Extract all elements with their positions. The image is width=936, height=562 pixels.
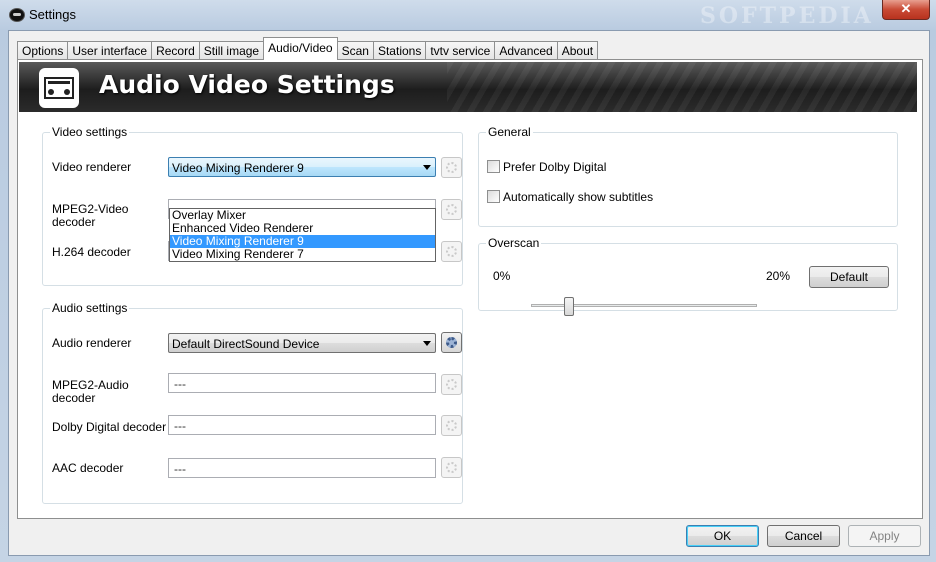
overscan-label: Overscan bbox=[486, 236, 542, 250]
dolby-digital-label: Dolby Digital decoder bbox=[52, 420, 167, 434]
gear-icon bbox=[446, 337, 457, 348]
window-title: Settings bbox=[29, 7, 76, 22]
overscan-max-label: 20% bbox=[766, 269, 791, 283]
settings-window: Settings SOFTPEDIA ✕ Options User interf… bbox=[0, 0, 936, 562]
mpeg2-audio-label: MPEG2-Audio decoder bbox=[52, 379, 129, 405]
dolby-digital-field[interactable]: --- bbox=[168, 415, 436, 435]
video-renderer-label: Video renderer bbox=[52, 160, 132, 174]
aac-settings-button[interactable] bbox=[441, 457, 462, 478]
video-renderer-settings-button[interactable] bbox=[441, 157, 462, 178]
tab-tvtv-service[interactable]: tvtv service bbox=[425, 41, 496, 60]
prefer-dolby-label[interactable]: Prefer Dolby Digital bbox=[503, 161, 606, 174]
chevron-down-icon bbox=[423, 165, 431, 170]
audio-settings-label: Audio settings bbox=[50, 301, 130, 315]
h264-settings-button[interactable] bbox=[441, 241, 462, 262]
h264-label: H.264 decoder bbox=[52, 245, 131, 259]
aac-label: AAC decoder bbox=[52, 461, 124, 475]
cancel-button[interactable]: Cancel bbox=[767, 525, 840, 547]
gear-icon bbox=[446, 162, 457, 173]
audio-renderer-dropdown[interactable]: Default DirectSound Device bbox=[168, 333, 436, 353]
gear-icon bbox=[446, 379, 457, 390]
video-renderer-value: Video Mixing Renderer 9 bbox=[172, 161, 304, 175]
tab-user-interface[interactable]: User interface bbox=[67, 41, 153, 60]
audio-video-device-icon bbox=[39, 68, 79, 108]
aac-decoder-value: --- bbox=[174, 462, 186, 476]
tab-audio-video[interactable]: Audio/Video bbox=[263, 37, 338, 60]
gear-icon bbox=[446, 204, 457, 215]
mpeg2-audio-field[interactable]: --- bbox=[168, 373, 436, 393]
dolby-digital-value: --- bbox=[174, 419, 186, 433]
audio-renderer-label: Audio renderer bbox=[52, 336, 132, 350]
gear-icon bbox=[446, 420, 457, 431]
title-bar[interactable]: Settings SOFTPEDIA ✕ bbox=[0, 0, 936, 30]
mpeg2-video-label-line2: decoder bbox=[52, 215, 96, 229]
audio-renderer-settings-button[interactable] bbox=[441, 332, 462, 353]
auto-subtitles-label[interactable]: Automatically show subtitles bbox=[503, 191, 653, 204]
tab-scan[interactable]: Scan bbox=[336, 41, 374, 60]
video-settings-label: Video settings bbox=[50, 125, 130, 139]
mpeg2-video-settings-button[interactable] bbox=[441, 199, 462, 220]
video-renderer-options-list[interactable]: Overlay Mixer Enhanced Video Renderer Vi… bbox=[169, 208, 436, 262]
overscan-min-label: 0% bbox=[493, 269, 511, 283]
gear-icon bbox=[446, 462, 457, 473]
softpedia-watermark: SOFTPEDIA bbox=[700, 3, 874, 29]
aac-decoder-field[interactable]: --- bbox=[168, 458, 436, 478]
tab-strip: Options User interface Record Still imag… bbox=[17, 37, 599, 60]
close-button[interactable]: ✕ bbox=[882, 0, 930, 20]
mpeg2-audio-value: --- bbox=[174, 377, 186, 391]
auto-subtitles-checkbox[interactable] bbox=[487, 190, 500, 203]
mpeg2-audio-settings-button[interactable] bbox=[441, 374, 462, 395]
option-video-mixing-renderer-7[interactable]: Video Mixing Renderer 7 bbox=[170, 248, 435, 261]
audio-video-panel: Audio Video Settings Video settings Vide… bbox=[17, 59, 923, 519]
video-renderer-dropdown[interactable]: Video Mixing Renderer 9 bbox=[168, 157, 436, 177]
apply-button[interactable]: Apply bbox=[848, 525, 921, 547]
tab-still-image[interactable]: Still image bbox=[198, 41, 265, 60]
mpeg2-video-label: MPEG2-Video decoder bbox=[52, 203, 128, 229]
general-group: General bbox=[478, 125, 898, 227]
audio-renderer-value: Default DirectSound Device bbox=[172, 337, 320, 351]
overscan-slider-thumb[interactable] bbox=[564, 297, 575, 316]
overscan-default-button[interactable]: Default bbox=[809, 266, 889, 288]
tab-about[interactable]: About bbox=[556, 41, 599, 60]
tab-advanced[interactable]: Advanced bbox=[494, 41, 558, 60]
tab-record[interactable]: Record bbox=[151, 41, 200, 60]
ok-button[interactable]: OK bbox=[686, 525, 759, 547]
banner-decoration bbox=[447, 62, 917, 112]
page-title: Audio Video Settings bbox=[99, 70, 395, 99]
app-icon bbox=[9, 8, 25, 22]
general-label: General bbox=[486, 125, 533, 139]
mpeg2-audio-label-line2: decoder bbox=[52, 391, 96, 405]
dialog-client-area: Options User interface Record Still imag… bbox=[8, 30, 930, 556]
page-banner: Audio Video Settings bbox=[19, 62, 917, 112]
chevron-down-icon bbox=[423, 341, 431, 346]
gear-icon bbox=[446, 246, 457, 257]
tab-stations[interactable]: Stations bbox=[372, 41, 427, 60]
dolby-digital-settings-button[interactable] bbox=[441, 415, 462, 436]
tab-options[interactable]: Options bbox=[17, 41, 69, 60]
prefer-dolby-checkbox[interactable] bbox=[487, 160, 500, 173]
